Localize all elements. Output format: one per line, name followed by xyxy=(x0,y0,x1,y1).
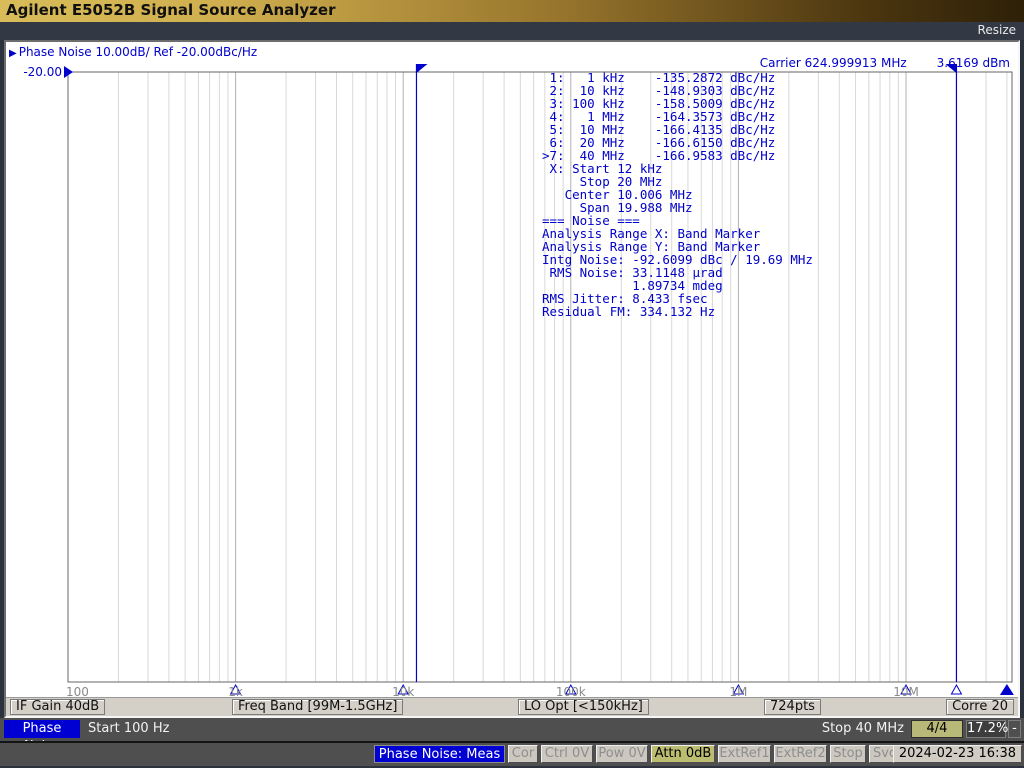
points-status: 724pts xyxy=(764,699,821,715)
attn-button[interactable]: Attn 0dB xyxy=(651,745,715,763)
trace-select-icon: ▶ xyxy=(9,48,17,59)
trace-status-bar: Phase Noise Start 100 Hz Stop 40 MHz 4/4… xyxy=(0,718,1024,754)
phase-noise-plot[interactable]: 1234567-20.00-30.00-40.00-50.00-60.00-70… xyxy=(6,42,1018,698)
sweep-stop-label: Stop 40 MHz xyxy=(821,721,904,736)
stop-button[interactable]: Stop xyxy=(830,745,866,763)
datetime-display: 2024-02-23 16:38 xyxy=(892,745,1022,763)
extref1-button[interactable]: ExtRef1 xyxy=(718,745,771,763)
correlation-status: Corre 20 xyxy=(946,699,1014,715)
svg-text:-20.00: -20.00 xyxy=(23,65,62,79)
sweep-progress: 17.2% xyxy=(966,720,1009,738)
active-measurement-tab[interactable]: Phase Noise xyxy=(4,720,80,754)
carrier-readout: Carrier 624.999913 MHz 3.6169 dBm xyxy=(760,56,1010,70)
window-titlebar: Agilent E5052B Signal Source Analyzer xyxy=(0,0,1024,22)
trace-header[interactable]: ▶ Phase Noise 10.00dB/ Ref -20.00dBc/Hz xyxy=(9,45,257,59)
menu-strip: Resize xyxy=(0,22,1024,40)
ctrl-button[interactable]: Ctrl 0V xyxy=(541,745,593,763)
measurement-window: 1234567-20.00-30.00-40.00-50.00-60.00-70… xyxy=(4,40,1020,718)
window-title: Agilent E5052B Signal Source Analyzer xyxy=(6,1,336,19)
instrument-buttons: Cor Ctrl 0V Pow 0V Attn 0dB ExtRef1 ExtR… xyxy=(508,745,900,763)
trace-scale-label: Phase Noise 10.00dB/ Ref -20.00dBc/Hz xyxy=(18,45,258,59)
average-counter: 4/4 xyxy=(911,720,963,738)
cor-button[interactable]: Cor xyxy=(508,745,538,763)
measurement-status-bar: IF Gain 40dB Freq Band [99M-1.5GHz] LO O… xyxy=(6,697,1018,716)
sweep-start-label: Start 100 Hz xyxy=(88,721,170,736)
resize-button[interactable]: Resize xyxy=(978,23,1016,37)
extref2-button[interactable]: ExtRef2 xyxy=(774,745,827,763)
carrier-frequency: Carrier 624.999913 MHz xyxy=(759,56,907,70)
analyzer-screen: Agilent E5052B Signal Source Analyzer Re… xyxy=(0,0,1024,768)
instrument-status-bar: Phase Noise: Meas Cor Ctrl 0V Pow 0V Att… xyxy=(0,743,1024,766)
measurement-state-button[interactable]: Phase Noise: Meas xyxy=(374,745,505,763)
minimize-button[interactable]: - xyxy=(1008,720,1021,738)
if-gain-status: IF Gain 40dB xyxy=(10,699,106,715)
freq-band-status: Freq Band [99M-1.5GHz] xyxy=(232,699,404,715)
lo-opt-status: LO Opt [<150kHz] xyxy=(518,699,649,715)
carrier-power: 3.6169 dBm xyxy=(936,56,1010,70)
marker-readout-block: 1: 1 kHz -135.2872 dBc/Hz 2: 10 kHz -148… xyxy=(542,70,813,319)
pow-button[interactable]: Pow 0V xyxy=(596,745,648,763)
